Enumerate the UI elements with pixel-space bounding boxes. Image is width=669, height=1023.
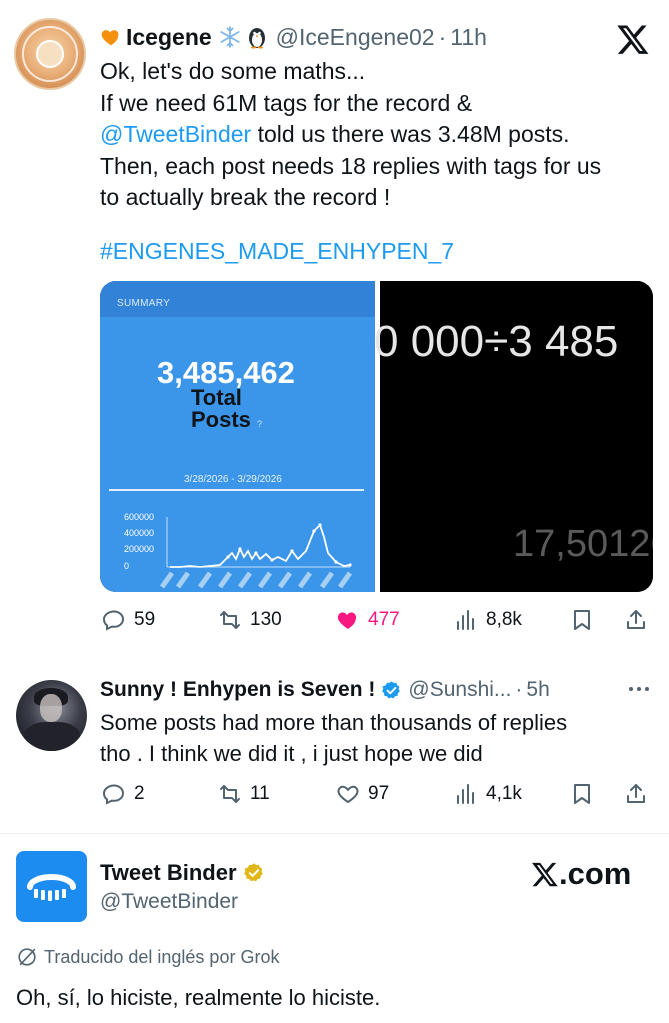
- heart-outline-icon: [337, 785, 359, 804]
- display-name[interactable]: Sunny ! Enhypen is Seven !: [100, 678, 375, 702]
- views-count: 8,8k: [486, 609, 522, 630]
- reply-icon: [102, 610, 125, 631]
- bookmark-icon: [574, 610, 590, 630]
- tweet-line: Some posts had more than thousands of re…: [100, 710, 568, 735]
- tweet-header: Sunny ! Enhypen is Seven ! @Sunshi... · …: [100, 674, 550, 706]
- translation-notice: Traducido del inglés por Grok: [16, 946, 279, 968]
- section-divider: [0, 833, 669, 834]
- like-button[interactable]: 477: [336, 608, 400, 632]
- translated-text: Oh, sí, lo hiciste, realmente lo hiciste…: [16, 985, 381, 1010]
- bookmark-button[interactable]: [570, 782, 594, 806]
- repost-count: 130: [250, 609, 282, 630]
- tweetbinder-logo-icon: [27, 874, 76, 901]
- calculator-expression: 0 000÷3 485: [374, 317, 619, 366]
- tweet-line: Then, each post needs 18 replies with ta…: [100, 152, 602, 179]
- like-count: 97: [368, 783, 390, 804]
- tweet-header: Icegene @IceEngene02 · 11h: [100, 20, 487, 54]
- card-name[interactable]: Tweet Binder: [100, 860, 265, 886]
- repost-count: 11: [250, 783, 270, 804]
- views-count: 4,1k: [486, 783, 522, 804]
- media-image-summary[interactable]: SUMMARY 3,485,462 Total Posts ? 3/28/202…: [100, 281, 375, 592]
- heart-filled-icon: [337, 612, 357, 629]
- share-button[interactable]: [624, 782, 648, 806]
- repost-icon: [220, 611, 240, 629]
- tweet-line: to actually break the record !: [100, 184, 391, 210]
- tweet-line: Ok, let's do some maths...: [100, 58, 366, 84]
- tweet-text: Some posts had more than thousands of re…: [100, 707, 660, 769]
- bookmark-button[interactable]: [570, 608, 594, 632]
- gold-verified-badge-icon: [243, 863, 263, 882]
- xcom-watermark: .com: [531, 856, 631, 892]
- views-bar-icon: [457, 784, 474, 804]
- views-button[interactable]: 4,1k: [454, 782, 522, 806]
- tweet-line-rest: told us there was 3.48M posts.: [257, 121, 570, 147]
- media-image-calculator[interactable]: 0 000÷3 485 17,50126: [374, 281, 653, 592]
- like-button[interactable]: 97: [336, 782, 389, 806]
- orange-heart-icon: [101, 30, 119, 46]
- verified-badge-icon: [382, 680, 401, 698]
- handle[interactable]: @Sunshi...: [408, 678, 511, 702]
- repost-icon: [220, 785, 240, 803]
- card-display-name: Tweet Binder: [100, 860, 237, 885]
- more-options-icon[interactable]: [626, 676, 652, 702]
- reply-icon: [102, 784, 125, 805]
- separator-dot: ·: [515, 678, 523, 701]
- share-icon: [627, 784, 645, 803]
- avatar-emblem: [36, 40, 64, 68]
- repost-button[interactable]: 130: [218, 608, 282, 632]
- penguin-icon: [248, 28, 265, 49]
- tweet-line: @TweetBinder told us there was 3.48M pos…: [100, 119, 660, 151]
- media-grid[interactable]: SUMMARY 3,485,462 Total Posts ? 3/28/202…: [100, 281, 653, 592]
- bookmark-icon: [574, 784, 590, 804]
- tweet-line: If we need 61M tags for the record &: [100, 89, 473, 116]
- grok-icon: [18, 948, 36, 966]
- handle[interactable]: @IceEngene02: [276, 24, 435, 51]
- display-name[interactable]: Icegene: [126, 24, 212, 51]
- share-button[interactable]: [624, 608, 648, 632]
- timestamp[interactable]: 5h: [526, 678, 549, 702]
- card-handle[interactable]: @TweetBinder: [100, 890, 238, 914]
- tweet-line: tho . I think we did it , i just hope we…: [100, 741, 483, 766]
- mention-link[interactable]: @TweetBinder: [100, 121, 251, 147]
- tweetbinder-logo[interactable]: [16, 851, 87, 922]
- views-bar-icon: [457, 610, 474, 630]
- x-logo-icon: [617, 25, 649, 54]
- avatar-face: [40, 694, 62, 722]
- translation-label: Traducido del inglés por Grok: [44, 946, 280, 967]
- avatar[interactable]: [16, 680, 87, 751]
- timestamp[interactable]: 11h: [450, 24, 487, 51]
- avatar-figure: [24, 722, 80, 751]
- reply-button[interactable]: 2: [102, 782, 145, 806]
- xcom-text: .com: [559, 856, 632, 891]
- views-button[interactable]: 8,8k: [454, 608, 522, 632]
- x-logo-icon: [532, 862, 558, 887]
- hashtag-link[interactable]: #ENGENES_MADE_ENHYPEN_7: [100, 238, 454, 265]
- like-count: 477: [368, 609, 400, 630]
- avatar[interactable]: [14, 18, 86, 90]
- repost-button[interactable]: 11: [218, 782, 270, 806]
- tweet-text: Ok, let's do some maths... If we need 61…: [100, 56, 660, 214]
- reply-button[interactable]: 59: [102, 608, 155, 632]
- reply-count: 2: [134, 783, 145, 804]
- calculator-result: 17,50126: [513, 523, 653, 565]
- activity-mini-chart: [159, 517, 353, 589]
- snowflake-icon: [220, 26, 240, 48]
- share-icon: [627, 610, 645, 629]
- reply-count: 59: [134, 609, 156, 630]
- separator-dot: ·: [438, 23, 447, 50]
